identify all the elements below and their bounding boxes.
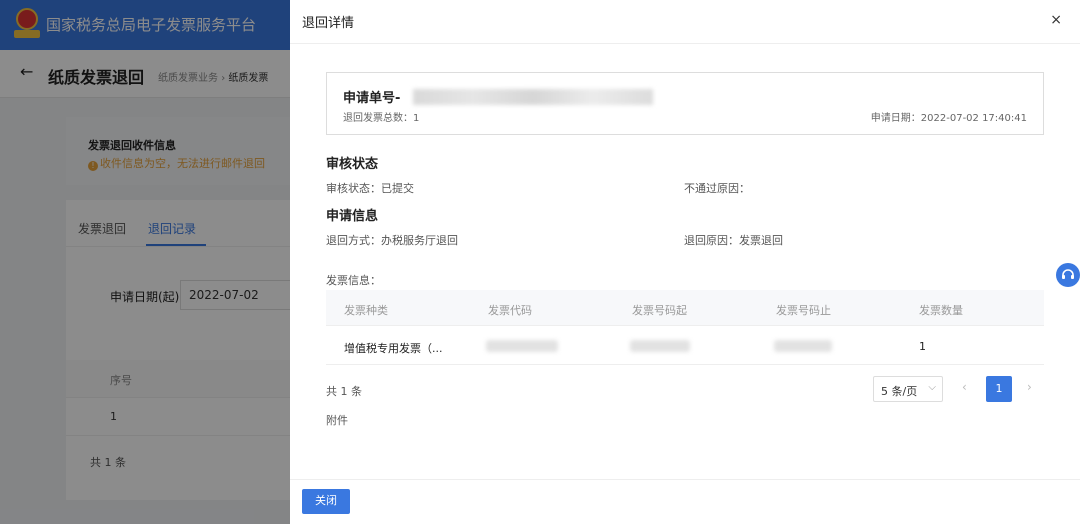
pagination-total: 共 1 条	[326, 385, 362, 398]
return-invoice-total: 退回发票总数：1	[343, 113, 420, 124]
application-info-title: 申请信息	[326, 209, 379, 224]
application-summary: 申请单号- 退回发票总数：1 申请日期：2022-07-02 17:40:41	[326, 72, 1044, 135]
headset-icon[interactable]	[1056, 263, 1080, 287]
application-number-label: 申请单号-	[343, 91, 401, 106]
return-reason: 退回原因：发票退回	[684, 234, 783, 247]
review-status-title: 审核状态	[326, 157, 379, 172]
invoice-code-redacted	[486, 340, 558, 352]
next-page-button[interactable]: ›	[1027, 380, 1032, 394]
table-row: 增值税专用发票（... 1	[326, 327, 1044, 365]
return-detail-drawer: 退回详情 × 申请单号- 退回发票总数：1 申请日期：2022-07-02 17…	[290, 0, 1080, 524]
reject-reason: 不通过原因：	[684, 182, 750, 195]
return-method: 退回方式：办税服务厅退回	[326, 234, 458, 247]
application-number-redacted	[413, 89, 653, 105]
page-size-select[interactable]: 5 条/页 ⌵	[873, 376, 943, 402]
invoice-table-header: 发票种类 发票代码 发票号码起 发票号码止 发票数量	[326, 290, 1044, 326]
close-icon[interactable]: ×	[1050, 12, 1062, 28]
col-number-end: 发票号码止	[776, 304, 831, 317]
review-status-value: 审核状态：已提交	[326, 182, 414, 195]
drawer-title: 退回详情	[302, 16, 355, 31]
prev-page-button[interactable]: ‹	[962, 380, 967, 394]
invoice-info-label: 发票信息：	[326, 274, 381, 287]
number-start-redacted	[630, 340, 690, 352]
invoice-type-cell: 增值税专用发票（...	[344, 342, 443, 355]
close-button[interactable]: 关闭	[302, 489, 350, 514]
application-date: 申请日期：2022-07-02 17:40:41	[870, 113, 1027, 124]
quantity-cell: 1	[919, 340, 926, 353]
col-invoice-code: 发票代码	[488, 304, 532, 317]
col-quantity: 发票数量	[919, 304, 963, 317]
footer-divider	[290, 479, 1080, 480]
attachment-label: 附件	[326, 414, 348, 427]
page-number-button[interactable]: 1	[986, 376, 1012, 402]
col-number-start: 发票号码起	[632, 304, 687, 317]
col-invoice-type: 发票种类	[344, 304, 388, 317]
drawer-divider	[290, 43, 1080, 44]
number-end-redacted	[774, 340, 832, 352]
chevron-down-icon: ⌵	[928, 382, 936, 393]
